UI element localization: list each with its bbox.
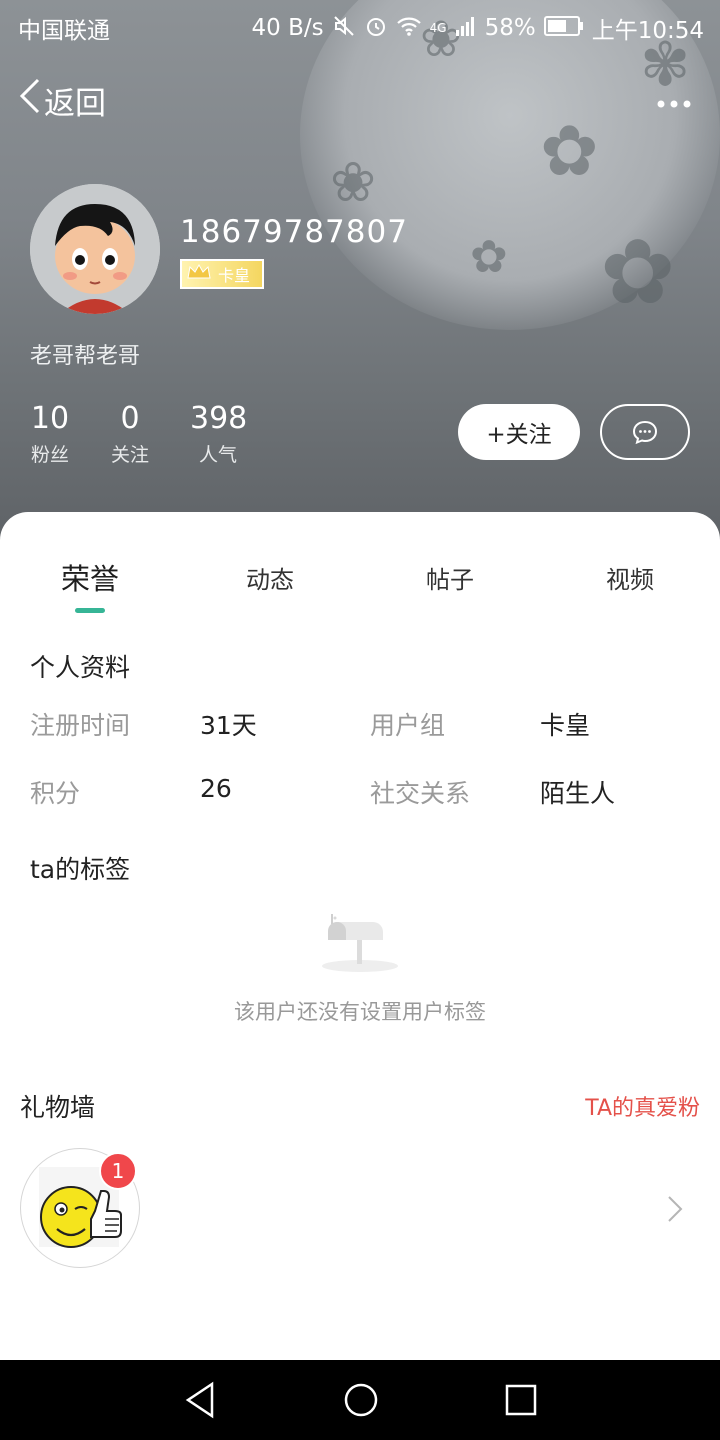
mute-icon (332, 14, 356, 42)
tab-honor[interactable]: 荣誉 (0, 556, 180, 598)
gift-count-badge: 1 (99, 1152, 137, 1190)
gift-wall-title: 礼物墙 (20, 1093, 96, 1122)
carrier-name: 中国联通 (18, 18, 110, 44)
vip-badge: 卡皇 (180, 259, 264, 289)
alarm-icon (364, 14, 388, 42)
nav-bar: 返回 (0, 70, 720, 124)
empty-tags-illustration (0, 910, 720, 978)
user-group-label: 用户组 (370, 711, 446, 740)
social-relation-label: 社交关系 (370, 779, 471, 808)
register-time-label: 注册时间 (30, 711, 131, 740)
flower-decoration: ✿ (600, 220, 676, 325)
tab-bar: 荣誉 动态 帖子 视频 (0, 560, 720, 620)
system-nav-bar (0, 1360, 720, 1440)
user-group-value: 卡皇 (540, 711, 591, 740)
stat-fans[interactable]: 10 粉丝 (30, 400, 70, 467)
follow-button[interactable]: +关注 (458, 404, 580, 460)
stat-label: 人气 (198, 444, 237, 466)
profile-content-card: 荣誉 动态 帖子 视频 个人资料 注册时间 31天 用户组 卡皇 积分 26 社… (0, 512, 720, 1360)
avatar[interactable] (30, 184, 160, 314)
stat-value: 398 (190, 401, 248, 436)
flower-decoration: ✿ (470, 230, 508, 283)
battery-percent: 58% (484, 15, 536, 41)
back-label: 返回 (44, 85, 106, 122)
clock: 上午10:54 (591, 18, 704, 44)
battery-icon (543, 15, 584, 41)
signature: 老哥帮老哥 (30, 344, 141, 369)
points-label: 积分 (30, 779, 81, 808)
stat-label: 粉丝 (30, 444, 69, 466)
crown-icon (186, 262, 212, 286)
chevron-right-icon[interactable] (666, 1194, 684, 1228)
tab-posts[interactable]: 帖子 (360, 560, 540, 595)
points-value: 26 (200, 774, 232, 803)
chat-bubble-icon (632, 420, 658, 445)
profile-header: ✿ ❀ ✿ ❀ ✾ ✿ 中国联通 40 B/s 4G 58% 上午10:54 返… (0, 0, 720, 540)
status-bar: 中国联通 40 B/s 4G 58% 上午10:54 (0, 0, 720, 50)
stat-value: 10 (30, 401, 70, 436)
tags-title: ta的标签 (30, 855, 131, 884)
stat-popularity: 398 人气 (190, 400, 248, 467)
signal-icon (455, 16, 477, 40)
stats-row: 10 粉丝 0 关注 398 人气 (30, 400, 248, 467)
nav-back-triangle-icon[interactable] (184, 1380, 216, 1424)
nav-recents-square-icon[interactable] (504, 1380, 538, 1424)
flower-decoration: ❀ (330, 150, 377, 214)
net-speed: 40 B/s (251, 15, 324, 41)
message-button[interactable] (600, 404, 690, 460)
chevron-left-icon (18, 76, 44, 124)
cartoon-boy-icon (30, 184, 160, 314)
true-fans-link[interactable]: TA的真爱粉 (585, 1090, 700, 1122)
tab-videos[interactable]: 视频 (540, 560, 720, 595)
personal-info-title: 个人资料 (30, 653, 131, 682)
more-dots-icon (657, 100, 691, 108)
back-button[interactable]: 返回 (18, 76, 106, 124)
more-options-button[interactable] (656, 82, 692, 117)
register-time-value: 31天 (200, 711, 257, 740)
badge-label: 卡皇 (218, 266, 251, 285)
active-tab-indicator (75, 608, 105, 613)
social-relation-value: 陌生人 (540, 779, 616, 808)
username: 18679787807 (180, 214, 408, 250)
stat-following[interactable]: 0 关注 (110, 400, 150, 467)
stat-label: 关注 (110, 444, 149, 466)
nav-home-circle-icon[interactable] (342, 1380, 380, 1424)
mailbox-icon (322, 914, 398, 972)
network-type: 4G (429, 21, 447, 35)
empty-tags-text: 该用户还没有设置用户标签 (234, 1000, 486, 1024)
tab-activity[interactable]: 动态 (180, 560, 360, 595)
stat-value: 0 (120, 401, 140, 436)
wifi-icon (396, 15, 422, 41)
